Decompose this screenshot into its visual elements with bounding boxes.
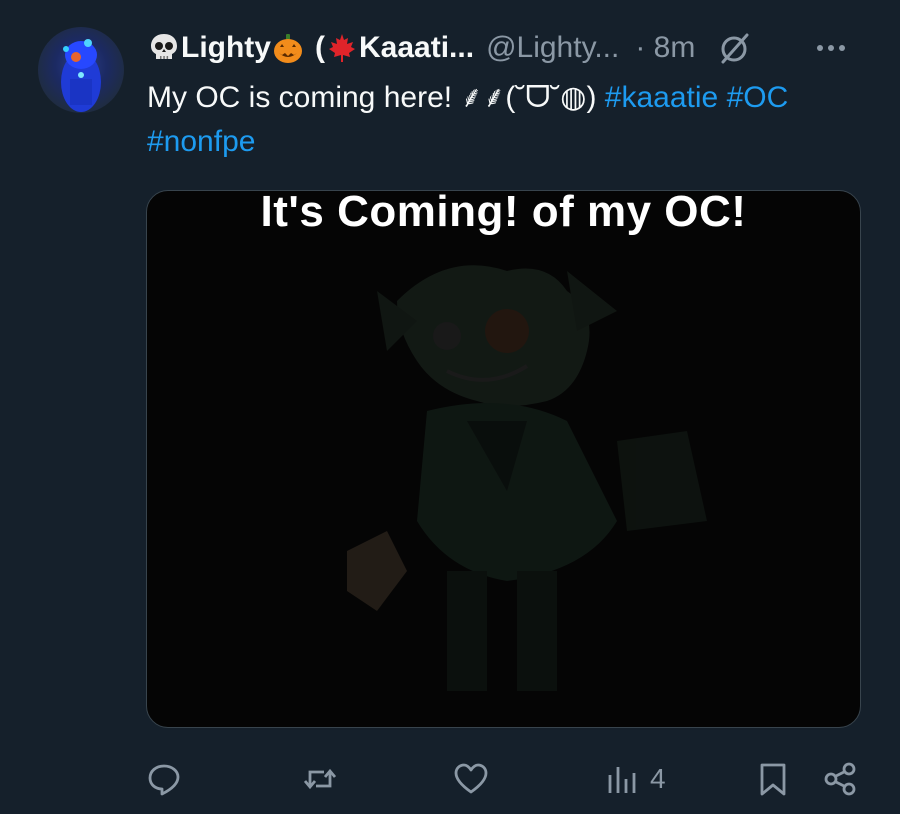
more-icon[interactable]	[813, 30, 849, 66]
hashtag-nonfpe[interactable]: #nonfpe	[147, 125, 255, 158]
avatar[interactable]	[38, 27, 124, 113]
retweet-button[interactable]	[302, 752, 338, 806]
views-button[interactable]: 4	[604, 752, 666, 806]
tweet-header: Lighty ( Kaaati... @Lighty... · 8m	[147, 26, 887, 70]
bookmark-button[interactable]	[755, 752, 791, 806]
views-count: 4	[650, 763, 666, 794]
media-caption: It's Coming! of my OC!	[260, 190, 747, 236]
timestamp[interactable]: · 8m	[635, 31, 695, 65]
jack-o-lantern-emoji-icon	[271, 31, 305, 65]
action-bar: 4	[0, 752, 900, 806]
skull-emoji-icon	[147, 31, 181, 65]
display-name[interactable]: Lighty	[147, 31, 305, 65]
hashtag-kaaatie[interactable]: #kaaatie	[605, 81, 718, 114]
heart-icon	[453, 761, 489, 797]
reply-button[interactable]	[146, 752, 182, 806]
views-icon	[604, 761, 640, 797]
share-icon	[822, 761, 858, 797]
display-name-suffix[interactable]: ( Kaaati...	[315, 31, 474, 65]
tweet[interactable]: Lighty ( Kaaati... @Lighty... · 8m My OC…	[0, 0, 900, 814]
media-video[interactable]: It's Coming! of my OC!	[146, 190, 861, 728]
hashtag-oc[interactable]: #OC	[727, 81, 789, 114]
maple-leaf-emoji-icon	[325, 31, 359, 65]
retweet-icon	[302, 761, 338, 797]
grok-icon[interactable]	[717, 30, 753, 66]
user-handle[interactable]: @Lighty...	[486, 31, 619, 65]
oc-drawing-image	[347, 265, 707, 691]
tweet-text: My OC is coming here! ⸙⸙(˘ᗜ˘◍) #kaaatie …	[147, 76, 847, 164]
tweet-text-main: My OC is coming here! ⸙⸙(˘ᗜ˘◍)	[147, 81, 605, 114]
like-button[interactable]	[453, 752, 489, 806]
reply-icon	[146, 761, 182, 797]
share-button[interactable]	[822, 752, 858, 806]
bookmark-icon	[755, 761, 791, 797]
